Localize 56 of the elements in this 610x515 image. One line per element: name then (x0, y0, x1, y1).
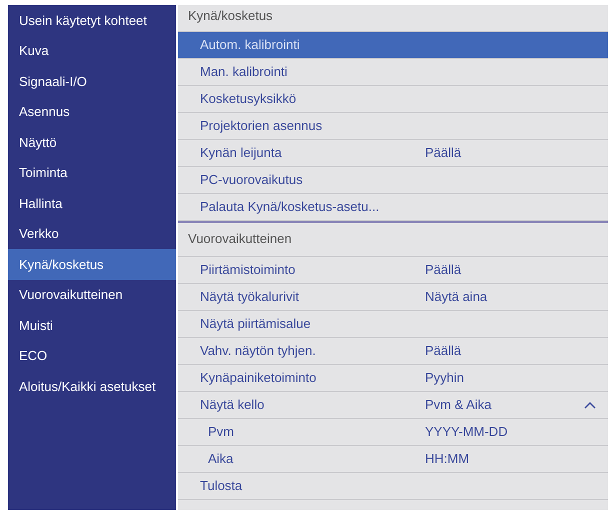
sidebar-item[interactable]: Verkko (8, 218, 176, 249)
sidebar-item[interactable]: Asennus (8, 96, 176, 127)
menu-row[interactable]: Man. kalibrointi (178, 59, 608, 86)
row-value: Päällä (425, 261, 462, 280)
row-value: YYYY-MM-DD (425, 423, 508, 442)
row-label: PC-vuorovaikutus (199, 171, 304, 190)
menu-row[interactable]: Näytä työkalurivit Näytä aina (178, 284, 608, 311)
row-label: Autom. kalibrointi (199, 36, 301, 54)
sidebar-item[interactable]: Kynä/kosketus (8, 249, 176, 280)
sidebar-item[interactable]: Signaali-I/O (8, 66, 176, 96)
row-label: Vahv. näytön tyhjen. (199, 342, 317, 360)
sidebar-item[interactable]: ECO (8, 340, 176, 371)
sidebar-item[interactable]: Hallinta (8, 188, 176, 218)
row-label: Näytä työkalurivit (199, 288, 300, 306)
row-label: Pvm (207, 423, 235, 442)
menu-row[interactable]: Kosketusyksikkö (178, 86, 608, 113)
chevron-up-icon (584, 401, 596, 409)
menu-row[interactable]: Autom. kalibrointi (178, 32, 608, 59)
menu-row[interactable]: Vahv. näytön tyhjen. Päällä (178, 338, 608, 365)
menu-row[interactable]: Näytä piirtämisalue (178, 311, 608, 338)
row-label: Piirtämistoiminto (199, 261, 296, 280)
menu-row[interactable]: Palauta Kynä/kosketus-asetu... (178, 194, 608, 221)
row-label: Tulosta (199, 477, 244, 496)
menu-row[interactable]: Piirtämistoiminto Päällä (178, 257, 608, 284)
section-header: Kynä/kosketus (187, 6, 273, 25)
row-label: Kynäpainiketoiminto (199, 369, 318, 388)
row-label: Kynän leijunta (199, 144, 283, 162)
menu-row[interactable]: Näytä kello Pvm & Aika (178, 392, 608, 419)
row-label: Aika (207, 450, 234, 468)
sidebar-item[interactable]: Näyttö (8, 127, 176, 158)
menu-row[interactable]: Kynäpainiketoiminto Pyyhin (178, 365, 608, 392)
menu-row[interactable]: Pvm YYYY-MM-DD (178, 419, 608, 446)
sidebar-item[interactable]: Muisti (8, 310, 176, 340)
row-value: Päällä (425, 342, 462, 360)
menu-row[interactable]: Tulosta (178, 473, 608, 500)
sidebar-item[interactable]: Kuva (8, 36, 176, 66)
menu-row[interactable]: PC-vuorovaikutus (178, 167, 608, 194)
row-label: Man. kalibrointi (199, 63, 288, 82)
sidebar-item[interactable]: Vuorovaikutteinen (8, 280, 176, 310)
row-value: Pyyhin (425, 369, 464, 388)
menu-row[interactable]: Kynän leijunta Päällä (178, 140, 608, 167)
menu-row[interactable]: Aika HH:MM (178, 446, 608, 473)
sidebar-item[interactable]: Toiminta (8, 158, 176, 188)
row-label: Palauta Kynä/kosketus-asetu... (199, 198, 380, 216)
section-header: Vuorovaikutteinen (187, 230, 292, 248)
row-value: HH:MM (425, 450, 470, 468)
menu-row[interactable]: Projektorien asennus (178, 113, 608, 140)
row-label: Näytä piirtämisalue (199, 315, 312, 334)
sidebar-item[interactable]: Aloitus/Kaikki asetukset (8, 371, 176, 402)
row-label: Kosketusyksikkö (199, 90, 298, 108)
row-value: Pvm & Aika (425, 396, 492, 414)
row-value: Näytä aina (425, 288, 488, 306)
row-value: Päällä (425, 144, 462, 162)
row-label: Näytä kello (199, 396, 266, 414)
sidebar-item[interactable]: Usein käytetyt kohteet (8, 5, 176, 36)
row-label: Projektorien asennus (199, 117, 324, 136)
